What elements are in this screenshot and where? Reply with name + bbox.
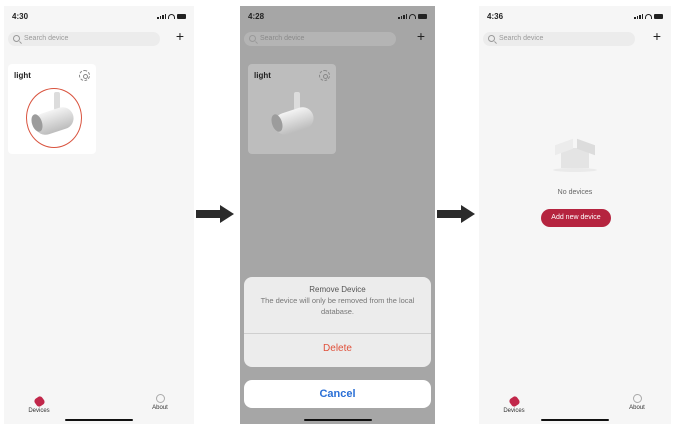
add-device-plus-button[interactable]: + xyxy=(176,28,184,44)
screen-remove-device: 4:28 Search device + light Remove Device… xyxy=(240,6,435,424)
battery-icon xyxy=(177,14,186,19)
wifi-icon xyxy=(168,14,175,19)
tab-devices[interactable]: Devices xyxy=(494,394,534,414)
device-card[interactable]: light xyxy=(8,64,96,154)
search-icon xyxy=(488,35,495,42)
status-time: 4:30 xyxy=(12,12,29,21)
status-time: 4:28 xyxy=(248,12,265,21)
tab-devices-label: Devices xyxy=(503,408,525,414)
empty-state-text: No devices xyxy=(557,189,593,196)
add-new-device-button[interactable]: Add new device xyxy=(541,209,611,227)
search-icon xyxy=(249,35,256,42)
about-tab-icon xyxy=(632,394,642,403)
divider xyxy=(244,333,431,334)
search-placeholder: Search device xyxy=(499,35,544,42)
tab-devices-label: Devices xyxy=(28,408,50,414)
signal-icon xyxy=(398,14,407,19)
battery-icon xyxy=(654,14,663,19)
add-device-plus-button: + xyxy=(416,28,425,44)
home-indicator xyxy=(541,418,609,421)
search-icon xyxy=(13,35,20,42)
device-card-label: light xyxy=(14,71,31,80)
status-bar: 4:30 xyxy=(12,12,186,24)
search-placeholder: Search device xyxy=(24,35,69,42)
delete-button[interactable]: Delete xyxy=(244,343,431,354)
arrow-icon xyxy=(437,205,477,223)
add-device-plus-button[interactable]: + xyxy=(653,28,661,44)
wifi-icon xyxy=(409,14,416,19)
device-card-label: light xyxy=(254,71,271,80)
devices-tab-icon xyxy=(32,395,46,408)
about-tab-icon xyxy=(155,394,165,403)
search-input: Search device xyxy=(244,32,396,46)
tab-about-label: About xyxy=(152,405,168,411)
screen-device-list: 4:30 Search device + light Devices About xyxy=(4,6,194,424)
screen-empty-list: 4:36 Search device + No devices Add new … xyxy=(479,6,671,424)
search-placeholder: Search device xyxy=(260,35,305,42)
action-sheet: Remove Device The device will only be re… xyxy=(244,277,431,367)
status-time: 4:36 xyxy=(487,12,504,21)
arrow-icon xyxy=(196,205,236,223)
signal-icon xyxy=(634,14,643,19)
tab-about-label: About xyxy=(629,405,645,411)
search-input[interactable]: Search device xyxy=(8,32,160,46)
battery-icon xyxy=(418,14,427,19)
home-indicator xyxy=(65,418,133,421)
devices-tab-icon xyxy=(507,395,521,408)
tab-about[interactable]: About xyxy=(140,394,180,411)
search-input[interactable]: Search device xyxy=(483,32,635,46)
cancel-button[interactable]: Cancel xyxy=(244,380,431,408)
highlight-circle xyxy=(26,88,82,148)
home-indicator xyxy=(303,418,372,421)
tab-about[interactable]: About xyxy=(617,394,657,411)
lamp-image xyxy=(269,92,320,138)
gear-icon[interactable] xyxy=(79,70,90,81)
device-card: light xyxy=(248,64,336,154)
signal-icon xyxy=(157,14,166,19)
tab-devices[interactable]: Devices xyxy=(19,394,59,414)
tab-bar: Devices About xyxy=(4,390,194,424)
status-bar: 4:36 xyxy=(487,12,663,24)
status-bar: 4:28 xyxy=(248,12,427,24)
empty-box-icon xyxy=(553,138,597,172)
action-sheet-title: Remove Device xyxy=(309,285,366,294)
wifi-icon xyxy=(645,14,652,19)
gear-icon xyxy=(319,70,330,81)
tab-bar: Devices About xyxy=(479,390,671,424)
action-sheet-message: The device will only be removed from the… xyxy=(260,296,415,316)
